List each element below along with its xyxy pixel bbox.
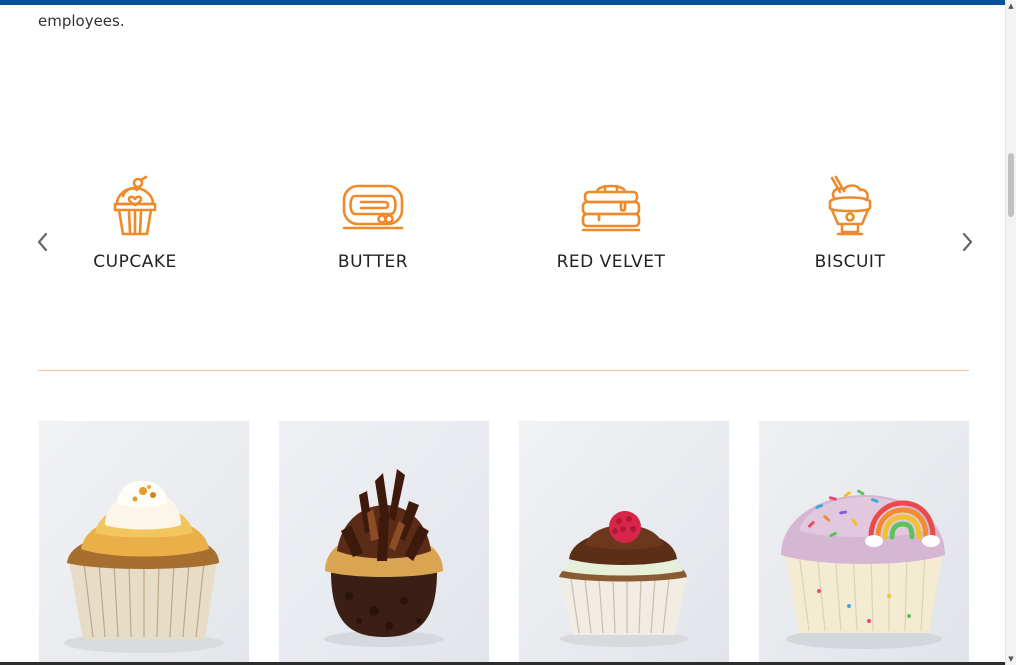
- chevron-right-icon[interactable]: [957, 230, 977, 254]
- category-label: RED VELVET: [556, 252, 666, 272]
- category-butter[interactable]: BUTTER: [263, 174, 483, 272]
- cupcake-icon: [103, 174, 167, 238]
- butter-roll-icon: [341, 174, 405, 238]
- intro-text: employees.: [38, 12, 125, 30]
- vanilla-cupcake-photo[interactable]: [39, 421, 249, 665]
- top-accent-bar: [0, 0, 1016, 5]
- category-cupcake[interactable]: CUPCAKE: [25, 174, 245, 272]
- layer-cake-icon: [579, 174, 643, 238]
- raspberry-cupcake-photo[interactable]: [519, 421, 729, 665]
- category-label: BISCUIT: [814, 252, 886, 272]
- chocolate-cupcake-photo[interactable]: [279, 421, 489, 665]
- scroll-thumb[interactable]: [1008, 153, 1014, 217]
- rainbow-cupcake-photo[interactable]: [759, 421, 969, 665]
- category-label: CUPCAKE: [93, 252, 177, 272]
- category-red-velvet[interactable]: RED VELVET: [501, 174, 721, 272]
- scroll-up-icon[interactable]: ▲: [1007, 2, 1015, 10]
- category-label: BUTTER: [337, 252, 409, 272]
- category-carousel: CUPCAKE BUTTER RED VELVET BISCUIT: [0, 160, 1005, 300]
- product-grid: [39, 421, 969, 665]
- sundae-icon: [818, 174, 882, 238]
- vertical-scrollbar[interactable]: ▲ ▼: [1005, 0, 1016, 665]
- section-divider: [38, 370, 969, 371]
- scroll-down-icon[interactable]: ▼: [1007, 655, 1015, 663]
- category-biscuit[interactable]: BISCUIT: [740, 174, 960, 272]
